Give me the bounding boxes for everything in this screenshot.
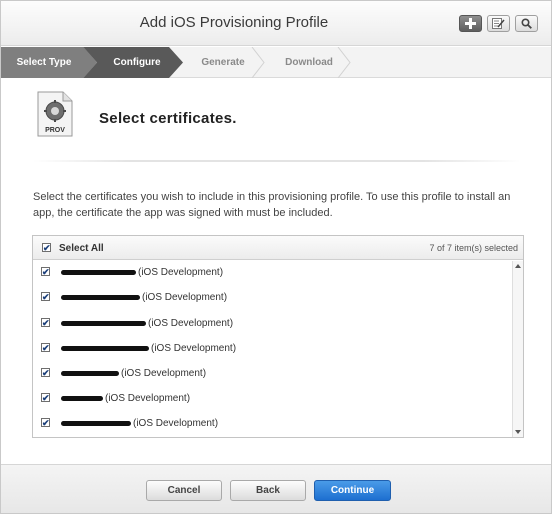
page-heading: Select certificates. [99, 110, 237, 127]
step-generate: Generate [201, 57, 245, 68]
certificate-checkbox[interactable]: ✔ [41, 292, 50, 302]
back-button[interactable]: Back [230, 480, 306, 501]
redacted-name [61, 321, 146, 326]
scroll-down-arrow-icon[interactable] [515, 430, 521, 434]
list-item[interactable]: ✔ (iOS Development) [33, 412, 511, 437]
dialog-footer: Cancel Back Continue [1, 464, 551, 513]
dialog-title: Add iOS Provisioning Profile [139, 14, 329, 31]
dialog-window: Add iOS Provisioning Profile Select Type… [0, 0, 552, 514]
certificate-name: (iOS Development) [61, 393, 190, 405]
certificate-type: (iOS Development) [151, 343, 237, 354]
selected-count: 7 of 7 item(s) selected [429, 243, 518, 253]
edit-button[interactable] [487, 15, 510, 32]
prov-icon-label: PROV [45, 127, 65, 134]
list-scrollbar[interactable] [512, 261, 523, 437]
provisioning-profile-icon: PROV [37, 91, 73, 137]
certificate-name: (iOS Development) [61, 267, 223, 279]
certificate-type: (iOS Development) [142, 292, 228, 303]
certificate-type: (iOS Development) [148, 318, 234, 329]
certificate-checkbox[interactable]: ✔ [41, 267, 50, 277]
wizard-steps: Select Type Configure Generate Download [1, 47, 551, 78]
certificate-name: (iOS Development) [61, 368, 206, 380]
certificate-checkbox[interactable]: ✔ [41, 343, 50, 353]
redacted-name [61, 421, 131, 426]
plus-icon [465, 18, 476, 29]
certificate-type: (iOS Development) [121, 368, 207, 379]
certificate-checkbox[interactable]: ✔ [41, 393, 50, 403]
divider [33, 160, 521, 162]
step-configure: Configure [83, 47, 183, 78]
certificates-list: ✔ (iOS Development) ✔ (iOS Development) … [33, 261, 511, 437]
search-icon [521, 18, 532, 29]
description-text: Select the certificates you wish to incl… [33, 191, 511, 219]
redacted-name [61, 396, 103, 401]
certificate-checkbox[interactable]: ✔ [41, 418, 50, 428]
list-item[interactable]: ✔ (iOS Development) [33, 261, 511, 286]
certificate-name: (iOS Development) [61, 292, 227, 304]
certificate-checkbox[interactable]: ✔ [41, 318, 50, 328]
list-item[interactable]: ✔ (iOS Development) [33, 362, 511, 387]
list-item[interactable]: ✔ (iOS Development) [33, 312, 511, 337]
certificate-checkbox[interactable]: ✔ [41, 368, 50, 378]
scroll-up-arrow-icon[interactable] [515, 264, 521, 268]
certificates-list-panel: ✔ Select All 7 of 7 item(s) selected ✔ (… [32, 235, 524, 438]
list-header: ✔ Select All 7 of 7 item(s) selected [33, 236, 523, 260]
list-item[interactable]: ✔ (iOS Development) [33, 337, 511, 362]
certificate-type: (iOS Development) [105, 393, 191, 404]
dialog-header: Add iOS Provisioning Profile [1, 1, 551, 46]
cancel-button[interactable]: Cancel [146, 480, 222, 501]
certificate-name: (iOS Development) [61, 318, 233, 330]
add-button[interactable] [459, 15, 482, 32]
list-item[interactable]: ✔ (iOS Development) [33, 387, 511, 412]
certificate-name: (iOS Development) [61, 343, 236, 355]
list-item[interactable]: ✔ (iOS Development) [33, 286, 511, 311]
step-select-type[interactable]: Select Type [1, 47, 97, 78]
continue-button[interactable]: Continue [314, 480, 391, 501]
redacted-name [61, 270, 136, 275]
redacted-name [61, 295, 140, 300]
search-button[interactable] [515, 15, 538, 32]
step-separator-icon [337, 47, 351, 78]
certificate-type: (iOS Development) [138, 267, 224, 278]
edit-icon [492, 18, 505, 29]
redacted-name [61, 371, 119, 376]
certificate-name: (iOS Development) [61, 418, 218, 430]
redacted-name [61, 346, 149, 351]
certificate-type: (iOS Development) [133, 418, 219, 429]
select-all-checkbox[interactable]: ✔ [42, 243, 51, 253]
select-all-label[interactable]: Select All [59, 243, 104, 254]
